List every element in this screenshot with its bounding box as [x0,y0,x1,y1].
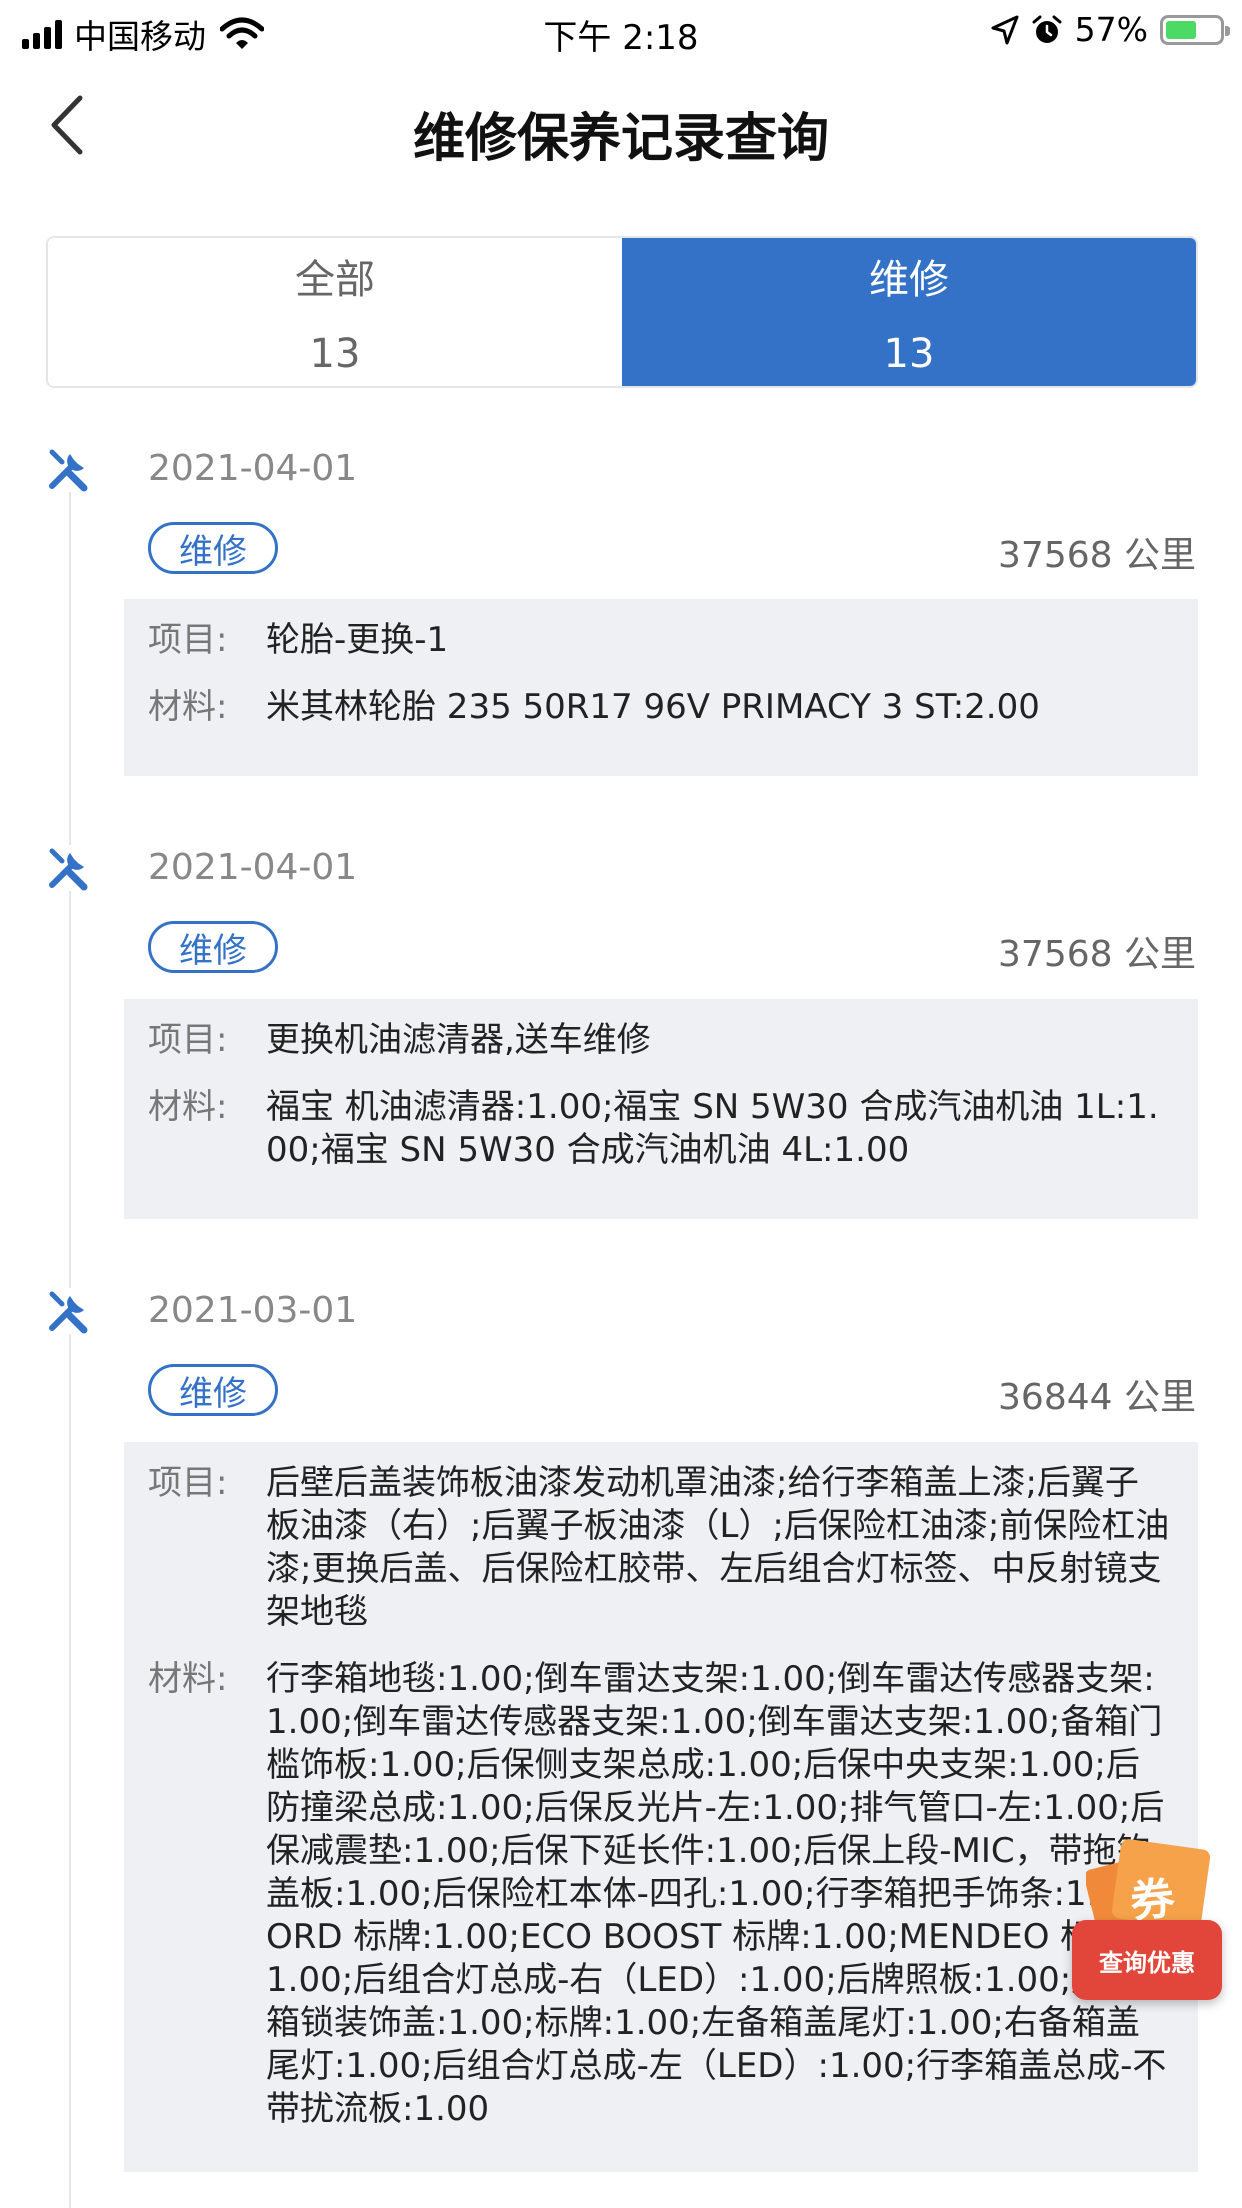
material-label: 材料: [148,687,228,727]
coupon-button[interactable]: 券 查询优惠 [1072,1838,1224,2000]
record-type-badge: 维修 [148,921,278,973]
location-icon [991,15,1019,44]
item-label: 项目: [148,1463,228,1503]
item-row: 项目: 更换机油滤清器,送车维修 [148,1019,1172,1062]
material-row: 材料: 米其林轮胎 235 50R17 96V PRIMACY 3 ST:2.0… [148,686,1172,729]
material-row: 材料: 福宝 机油滤清器:1.00;福宝 SN 5W30 合成汽油机油 1L:1… [148,1086,1172,1172]
tab-label: 全部 [295,257,375,303]
record-mileage: 37568 公里 [998,535,1196,576]
record-details: 项目: 更换机油滤清器,送车维修 材料: 福宝 机油滤清器:1.00;福宝 SN… [124,999,1198,1219]
wrench-icon [46,845,92,891]
record-mileage: 36844 公里 [998,1377,1196,1418]
item-label: 项目: [148,1020,228,1060]
page-title: 维修保养记录查询 [412,109,829,169]
item-row: 项目: 后壁后盖装饰板油漆发动机罩油漆;给行李箱盖上漆;后翼子板油漆（右）;后翼… [148,1462,1172,1634]
tab-label: 维修 [869,257,949,303]
wrench-icon [46,446,92,492]
record-type-badge: 维修 [148,1364,278,1416]
material-label: 材料: [148,1087,228,1127]
wrench-icon [46,1288,92,1334]
battery-level [1166,20,1196,39]
material-label: 材料: [148,1659,228,1699]
record-date: 2021-04-01 [148,847,358,888]
tab-count: 13 [309,331,361,377]
status-bar: 中国移动 下午 2:18 57% [0,0,1242,62]
status-right: 57% [991,10,1230,49]
tab-count: 13 [883,331,935,377]
record-details: 项目: 轮胎-更换-1 材料: 米其林轮胎 235 50R17 96V PRIM… [124,599,1198,776]
tab-repair[interactable]: 维修 13 [622,238,1196,386]
alarm-icon [1032,15,1062,43]
battery-icon [1160,14,1230,45]
record-type-badge: 维修 [148,522,278,574]
item-value: 更换机油滤清器,送车维修 [266,1020,651,1060]
item-row: 项目: 轮胎-更换-1 [148,619,1172,662]
record-details: 项目: 后壁后盖装饰板油漆发动机罩油漆;给行李箱盖上漆;后翼子板油漆（右）;后翼… [124,1442,1198,2172]
record-date: 2021-04-01 [148,448,358,489]
filter-tabs: 全部 13 维修 13 [46,236,1198,388]
tab-all[interactable]: 全部 13 [48,238,622,386]
battery-percent: 57% [1074,10,1148,49]
item-value: 轮胎-更换-1 [266,620,449,660]
coupon-label: 查询优惠 [1072,1920,1222,2000]
item-label: 项目: [148,620,228,660]
nav-bar: 维修保养记录查询 [0,62,1242,192]
material-row: 材料: 行李箱地毯:1.00;倒车雷达支架:1.00;倒车雷达传感器支架:1.0… [148,1658,1172,2131]
material-value: 行李箱地毯:1.00;倒车雷达支架:1.00;倒车雷达传感器支架:1.00;倒车… [266,1659,1172,2129]
material-value: 米其林轮胎 235 50R17 96V PRIMACY 3 ST:2.00 [266,687,1040,727]
record-mileage: 37568 公里 [998,934,1196,975]
item-value: 后壁后盖装饰板油漆发动机罩油漆;给行李箱盖上漆;后翼子板油漆（右）;后翼子板油漆… [266,1463,1170,1632]
timeline-line [69,480,71,2208]
material-value: 福宝 机油滤清器:1.00;福宝 SN 5W30 合成汽油机油 1L:1.00;… [266,1087,1159,1170]
record-date: 2021-03-01 [148,1290,358,1331]
